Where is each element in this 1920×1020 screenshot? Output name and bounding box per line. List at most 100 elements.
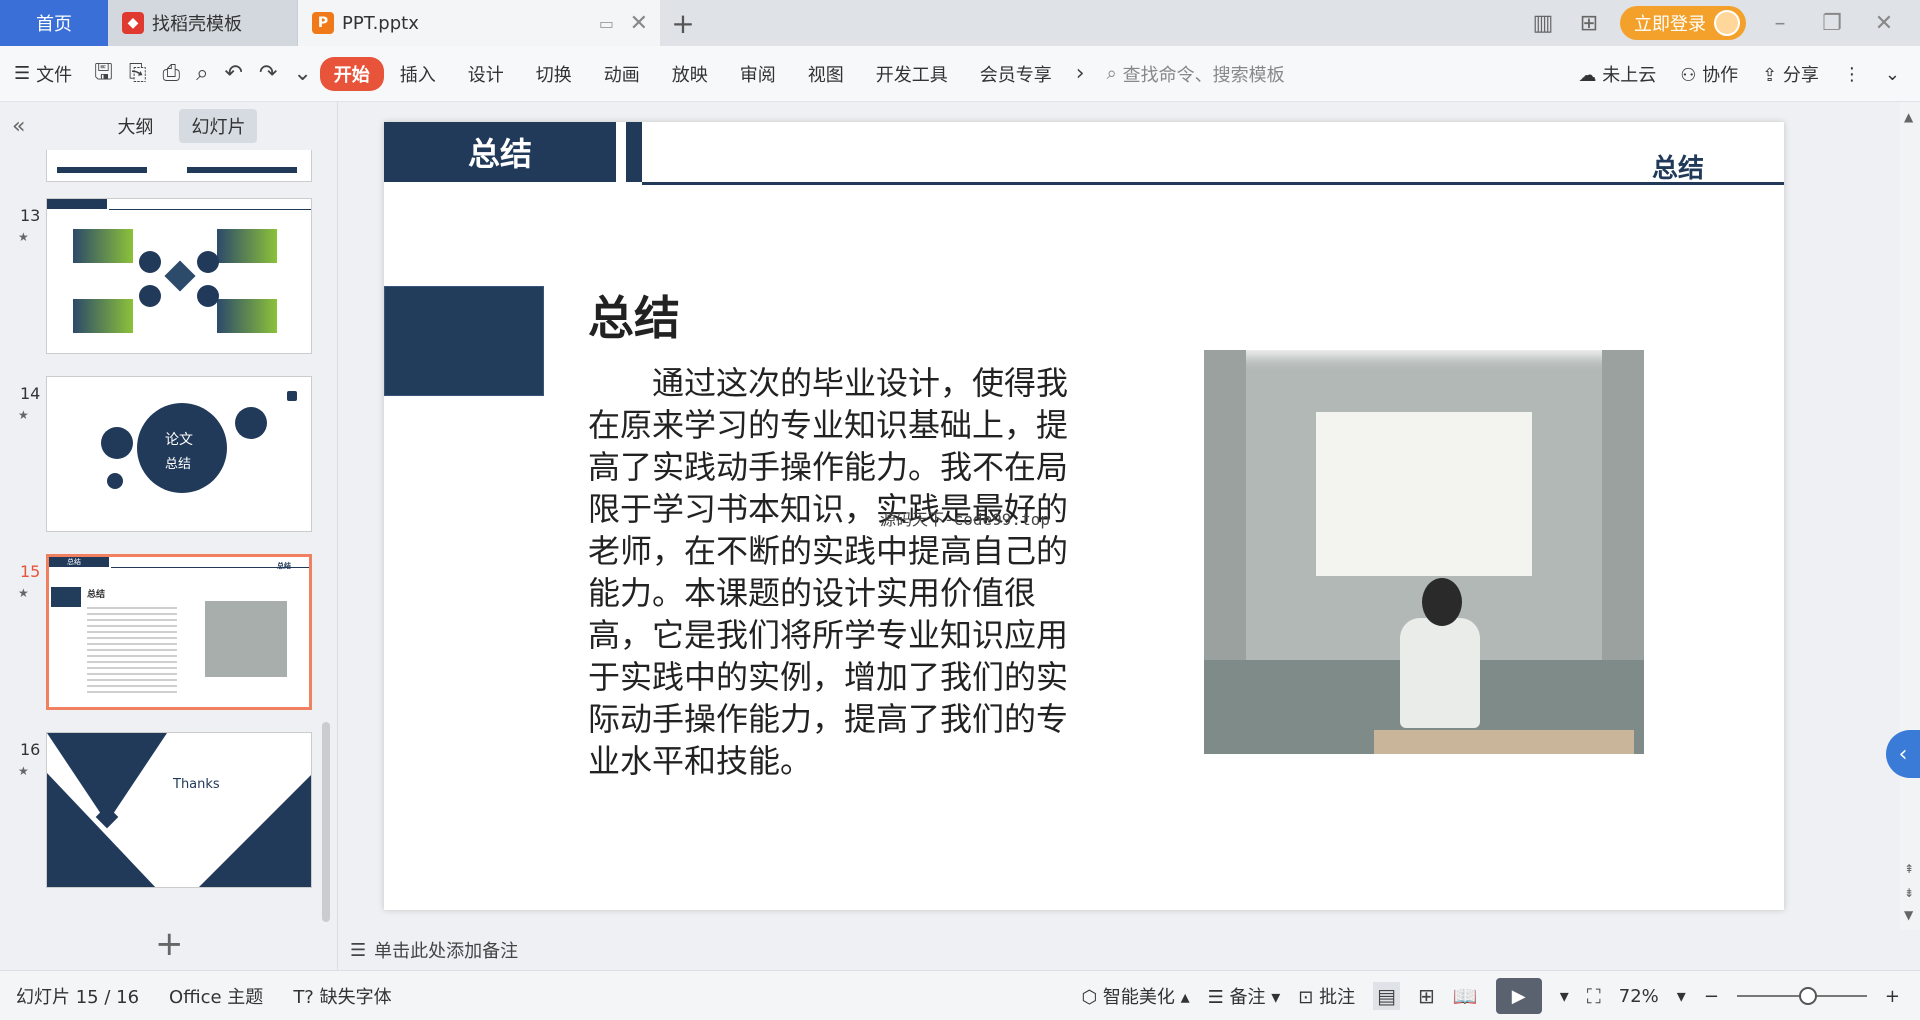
window-close-icon[interactable]: ✕ xyxy=(1866,11,1902,36)
tab-review[interactable]: 审阅 xyxy=(724,61,792,87)
collab-button[interactable]: ⚇ 协作 xyxy=(1680,61,1738,87)
slide-15[interactable]: 总结 总结 总结 通过这次的毕业设计，使得我在原来学习的专业知识基础上，提高了实… xyxy=(384,122,1784,910)
ribbon: ☰ 文件 🖫 ⎘ ⎙ ⌕ ↶ ↷ ⌄ 开始 插入 设计 切换 动画 放映 审阅 … xyxy=(0,46,1920,102)
panel-scrollbar[interactable] xyxy=(322,722,330,922)
fit-icon[interactable]: ⛶ xyxy=(1587,984,1601,1008)
undo-icon[interactable]: ↶ xyxy=(216,61,250,86)
thumb-title: 总结 xyxy=(87,590,106,600)
canvas-scrollbar[interactable]: ▲ ⇞ ⇟ ▼ xyxy=(1900,102,1920,930)
slide-header-line xyxy=(642,182,1784,185)
scroll-down-icon[interactable]: ▼ xyxy=(1904,908,1913,922)
redo-icon[interactable]: ↷ xyxy=(251,61,285,86)
print-icon[interactable]: ⎙ xyxy=(155,61,189,86)
add-slide-icon[interactable]: + xyxy=(155,924,184,964)
tab-transition[interactable]: 切换 xyxy=(520,61,588,87)
slide-thumb-12[interactable] xyxy=(46,150,312,182)
tab-member[interactable]: 会员专享 xyxy=(964,61,1068,87)
normal-view-icon[interactable]: ▤ xyxy=(1373,982,1401,1010)
thumb-number: 16 xyxy=(20,740,41,759)
share-button[interactable]: ⇪ 分享 xyxy=(1762,61,1819,87)
next-slide-icon[interactable]: ⇟ xyxy=(1904,886,1914,900)
tab-view[interactable]: 视图 xyxy=(792,61,860,87)
tab-animation[interactable]: 动画 xyxy=(588,61,656,87)
notes-bar[interactable]: ☰ 单击此处添加备注 xyxy=(340,930,1920,970)
slide-thumb-14[interactable]: 论文 总结 xyxy=(46,376,312,532)
beautify-button[interactable]: ⬡ 智能美化 ▴ xyxy=(1081,983,1189,1009)
prev-slide-icon[interactable]: ⇞ xyxy=(1904,862,1914,876)
collapse-icon[interactable]: « xyxy=(12,114,25,139)
status-left: 幻灯片 15 / 16 Office 主题 T? 缺失字体 xyxy=(0,983,392,1009)
thumb-circle xyxy=(197,251,219,273)
file-menu-label: 文件 xyxy=(36,64,73,86)
zoom-in-icon[interactable]: + xyxy=(1885,986,1900,1007)
slide-body-text[interactable]: 通过这次的毕业设计，使得我在原来学习的专业知识基础上，提高了实践动手操作能力。我… xyxy=(588,362,1068,782)
star-icon: ★ xyxy=(18,408,29,422)
tab-insert[interactable]: 插入 xyxy=(384,61,452,87)
minimize-icon[interactable]: – xyxy=(1762,11,1798,36)
sorter-view-icon[interactable]: ⊞ xyxy=(1418,984,1435,1008)
zoom-out-icon[interactable]: − xyxy=(1704,986,1719,1007)
avatar xyxy=(1714,10,1740,36)
slide-thumb-15[interactable]: 总结 总结 总结 xyxy=(46,554,312,710)
tab-slides[interactable]: 幻灯片 xyxy=(179,109,258,143)
file-menu[interactable]: ☰ 文件 xyxy=(0,61,86,87)
restore-icon[interactable]: ❐ xyxy=(1814,11,1850,36)
chevron-down-icon[interactable]: ⌄ xyxy=(285,61,319,86)
scroll-up-icon[interactable]: ▲ xyxy=(1904,110,1913,124)
chevron-right-icon[interactable]: › xyxy=(1068,61,1093,86)
zoom-knob[interactable] xyxy=(1799,987,1818,1005)
theme-name[interactable]: Office 主题 xyxy=(169,983,263,1009)
grid-icon[interactable]: ⊞ xyxy=(1574,11,1604,36)
thumb-header xyxy=(47,199,107,209)
caret-down-icon[interactable]: ▾ xyxy=(1677,986,1686,1007)
more-icon[interactable]: ⋮ xyxy=(1843,64,1861,85)
share-label: 分享 xyxy=(1782,65,1819,86)
login-button[interactable]: 立即登录 xyxy=(1620,6,1746,40)
caret-up-icon: ▴ xyxy=(1180,987,1190,1008)
collab-label: 协作 xyxy=(1702,65,1739,86)
tab-template-label: 找稻壳模板 xyxy=(152,14,242,35)
photo-person xyxy=(1400,618,1480,728)
tab-slideshow[interactable]: 放映 xyxy=(656,61,724,87)
zoom-slider[interactable] xyxy=(1736,987,1867,1005)
thumb-title-line1: 论文 xyxy=(165,432,193,448)
thumb-line xyxy=(111,567,309,568)
new-tab-button[interactable]: + xyxy=(660,0,706,46)
search-icon: ⌕ xyxy=(1106,63,1117,84)
panel-tabs: 大纲 幻灯片 xyxy=(105,109,258,143)
slide-header-bar xyxy=(626,122,642,182)
caret-down-icon: ▾ xyxy=(1271,987,1281,1008)
cloud-button[interactable]: ☁ 未上云 xyxy=(1578,61,1656,87)
reading-view-icon[interactable]: 📖 xyxy=(1453,984,1478,1008)
status-right: ⬡ 智能美化 ▴ ☰ 备注 ▾ ⊡ 批注 ▤ ⊞ 📖 ▶ ▾ ⛶ 72% ▾ −… xyxy=(1081,971,1900,1020)
zoom-value[interactable]: 72% xyxy=(1619,986,1659,1007)
collapse-ribbon-icon[interactable]: ⌄ xyxy=(1885,64,1900,85)
preview-icon[interactable]: ⌕ xyxy=(188,61,216,86)
command-search[interactable]: ⌕ 查找命令、搜索模板 xyxy=(1107,61,1285,87)
tab-ppt-file[interactable]: P PPT.pptx ▭ ✕ xyxy=(298,0,660,46)
notes-button[interactable]: ☰ 备注 ▾ xyxy=(1208,983,1281,1009)
star-icon: ★ xyxy=(18,586,29,600)
beautify-icon: ⬡ xyxy=(1081,987,1098,1008)
tab-ppt-label: PPT.pptx xyxy=(342,12,419,34)
export-icon[interactable]: ⎘ xyxy=(121,61,155,86)
tab-template[interactable]: ◆ 找稻壳模板 xyxy=(108,0,298,46)
play-options-icon[interactable]: ▾ xyxy=(1560,986,1569,1007)
layout-icon[interactable]: ▥ xyxy=(1528,11,1558,36)
save-icon[interactable]: 🖫 xyxy=(86,55,121,93)
play-button[interactable]: ▶ xyxy=(1495,978,1542,1014)
slide-title[interactable]: 总结 xyxy=(588,282,680,348)
monitor-icon[interactable]: ▭ xyxy=(599,14,614,33)
tab-developer[interactable]: 开发工具 xyxy=(860,61,964,87)
missing-font-button[interactable]: T? 缺失字体 xyxy=(293,983,391,1009)
slide-thumb-13[interactable] xyxy=(46,198,312,354)
slide-photo[interactable] xyxy=(1204,350,1644,754)
close-icon[interactable]: ✕ xyxy=(630,11,648,36)
tab-home-ribbon[interactable]: 开始 xyxy=(319,56,384,91)
tab-home[interactable]: 首页 xyxy=(0,0,108,46)
comment-button[interactable]: ⊡ 批注 xyxy=(1298,983,1355,1009)
thumb-hdr-right: 总结 xyxy=(277,562,291,570)
tab-outline[interactable]: 大纲 xyxy=(105,109,165,143)
tab-design[interactable]: 设计 xyxy=(452,61,520,87)
slide-thumb-16[interactable]: Thanks xyxy=(46,732,312,888)
